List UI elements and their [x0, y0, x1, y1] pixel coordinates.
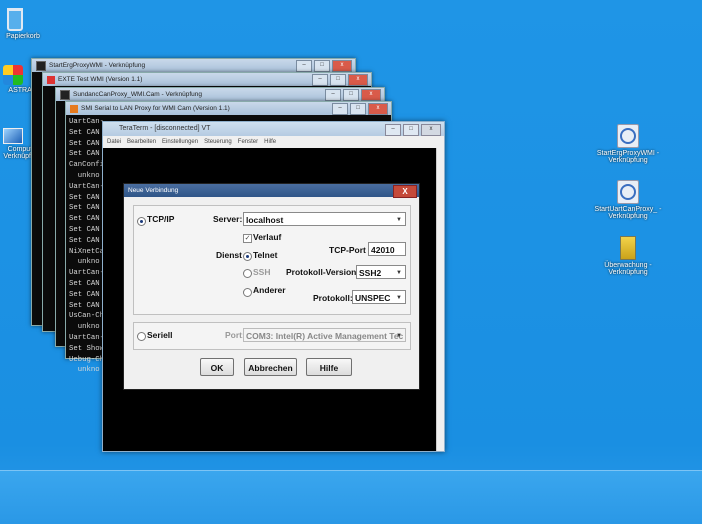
- close-icon[interactable]: x: [332, 60, 352, 72]
- console-window-3-titlebar[interactable]: SundancCanProxy_WMI.Cam - Verknüpfung – □…: [56, 88, 384, 101]
- protokoll-version-label: Protokoll-Version: [286, 267, 357, 277]
- dialog-titlebar[interactable]: Neue Verbindung X: [124, 184, 419, 198]
- anderer-label: Anderer: [253, 285, 286, 295]
- app-orange-icon: [70, 104, 78, 113]
- server-label: Server:: [213, 214, 243, 224]
- shortcut-icon-1-label: StartErgProxyWMI - Verknüpfung: [596, 150, 660, 164]
- maximize-icon[interactable]: □: [403, 124, 419, 136]
- console-window-4-titlebar[interactable]: SMI Serial to LAN Proxy for WMI Cam (Ver…: [66, 102, 391, 115]
- verlauf-checkbox[interactable]: ✓: [243, 234, 252, 243]
- dialog-title: Neue Verbindung: [128, 187, 179, 194]
- maximize-icon[interactable]: □: [343, 89, 359, 101]
- protokoll-version-combo[interactable]: SSH2 ▼: [356, 265, 406, 279]
- chevron-down-icon: ▼: [396, 333, 402, 339]
- console-window-3-title: SundancCanProxy_WMI.Cam - Verknüpfung: [73, 91, 202, 98]
- terminal-title: TeraTerm - [disconnected] VT: [119, 125, 211, 132]
- protokoll-combo[interactable]: UNSPEC ▼: [352, 290, 406, 304]
- protokoll-label: Protokoll:: [313, 293, 353, 303]
- close-button[interactable]: X: [393, 185, 417, 198]
- minimize-icon[interactable]: –: [296, 60, 312, 72]
- ssh-label: SSH: [253, 267, 271, 277]
- menu-window[interactable]: Fenster: [238, 136, 258, 148]
- console-window-2-title: EXTE Test WMI (Version 1.1): [58, 76, 143, 83]
- ok-button[interactable]: OK: [200, 358, 234, 376]
- shortcut-icon-3-label: Überwachung - Verknüpfung: [604, 262, 652, 276]
- seriell-label: Seriell: [147, 330, 173, 340]
- port-label: Port:: [225, 330, 245, 340]
- ssh-radio[interactable]: [243, 269, 252, 278]
- console-window-1-title: StartErgProxyWMI - Verknüpfung: [49, 62, 146, 69]
- close-icon[interactable]: x: [421, 124, 441, 136]
- console-window-2-titlebar[interactable]: EXTE Test WMI (Version 1.1) – □ x: [43, 73, 371, 86]
- tcp-port-input[interactable]: 42010: [368, 242, 406, 256]
- console-icon: [36, 60, 46, 71]
- port-combo[interactable]: COM3: Intel(R) Active Management Tec ▼: [243, 328, 406, 342]
- close-icon[interactable]: x: [361, 89, 381, 101]
- minimize-icon[interactable]: –: [385, 124, 401, 136]
- console-window-1-titlebar[interactable]: StartErgProxyWMI - Verknüpfung – □ x: [32, 59, 355, 72]
- maximize-icon[interactable]: □: [350, 103, 366, 115]
- telnet-label: Telnet: [253, 250, 278, 260]
- taskbar[interactable]: [0, 470, 702, 524]
- terminal-titlebar[interactable]: TeraTerm - [disconnected] VT – □ x: [103, 122, 444, 136]
- menu-settings[interactable]: Einstellungen: [162, 136, 198, 148]
- maximize-icon[interactable]: □: [330, 74, 346, 86]
- menu-edit[interactable]: Bearbeiten: [127, 136, 156, 148]
- terminal-scrollbar[interactable]: [436, 148, 444, 451]
- seriell-radio[interactable]: [137, 332, 146, 341]
- menu-control[interactable]: Steuerung: [204, 136, 232, 148]
- server-combo[interactable]: localhost ▼: [243, 212, 406, 226]
- app-red-icon: [47, 75, 55, 84]
- anderer-radio[interactable]: [243, 288, 252, 297]
- maximize-icon[interactable]: □: [314, 60, 330, 72]
- close-icon[interactable]: x: [348, 74, 368, 86]
- menu-help[interactable]: Hilfe: [264, 136, 276, 148]
- shortcut-icon-2-label: StartUartCanProxy_ - Verknüpfung: [594, 206, 662, 220]
- cancel-button[interactable]: Abbrechen: [244, 358, 297, 376]
- dienst-label: Dienst: [216, 250, 242, 260]
- shortcut-icon-3[interactable]: Überwachung - Verknüpfung: [593, 236, 663, 276]
- chevron-down-icon: ▼: [396, 295, 402, 301]
- menu-file[interactable]: Datei: [107, 136, 121, 148]
- recycle-bin-icon[interactable]: Papierkorb: [0, 8, 50, 40]
- tcpip-label: TCP/IP: [147, 214, 175, 224]
- help-button[interactable]: Hilfe: [306, 358, 352, 376]
- minimize-icon[interactable]: –: [332, 103, 348, 115]
- minimize-icon[interactable]: –: [312, 74, 328, 86]
- close-icon[interactable]: x: [368, 103, 388, 115]
- recycle-bin-label: Papierkorb: [6, 33, 40, 40]
- terminal-menubar: Datei Bearbeiten Einstellungen Steuerung…: [103, 136, 444, 148]
- shortcut-icon-1[interactable]: StartErgProxyWMI - Verknüpfung: [593, 124, 663, 164]
- telnet-radio[interactable]: [243, 252, 252, 261]
- tcpip-radio[interactable]: [137, 217, 146, 226]
- minimize-icon[interactable]: –: [325, 89, 341, 101]
- tcp-port-label: TCP-Port: [329, 245, 366, 255]
- chevron-down-icon: ▼: [396, 217, 402, 223]
- console-icon: [60, 89, 70, 100]
- chevron-down-icon: ▼: [396, 270, 402, 276]
- console-window-4-title: SMI Serial to LAN Proxy for WMI Cam (Ver…: [81, 105, 230, 112]
- shortcut-icon-2[interactable]: StartUartCanProxy_ - Verknüpfung: [593, 180, 663, 220]
- verlauf-label: Verlauf: [253, 232, 282, 242]
- new-connection-dialog: Neue Verbindung X TCP/IP Server: localho…: [123, 183, 420, 390]
